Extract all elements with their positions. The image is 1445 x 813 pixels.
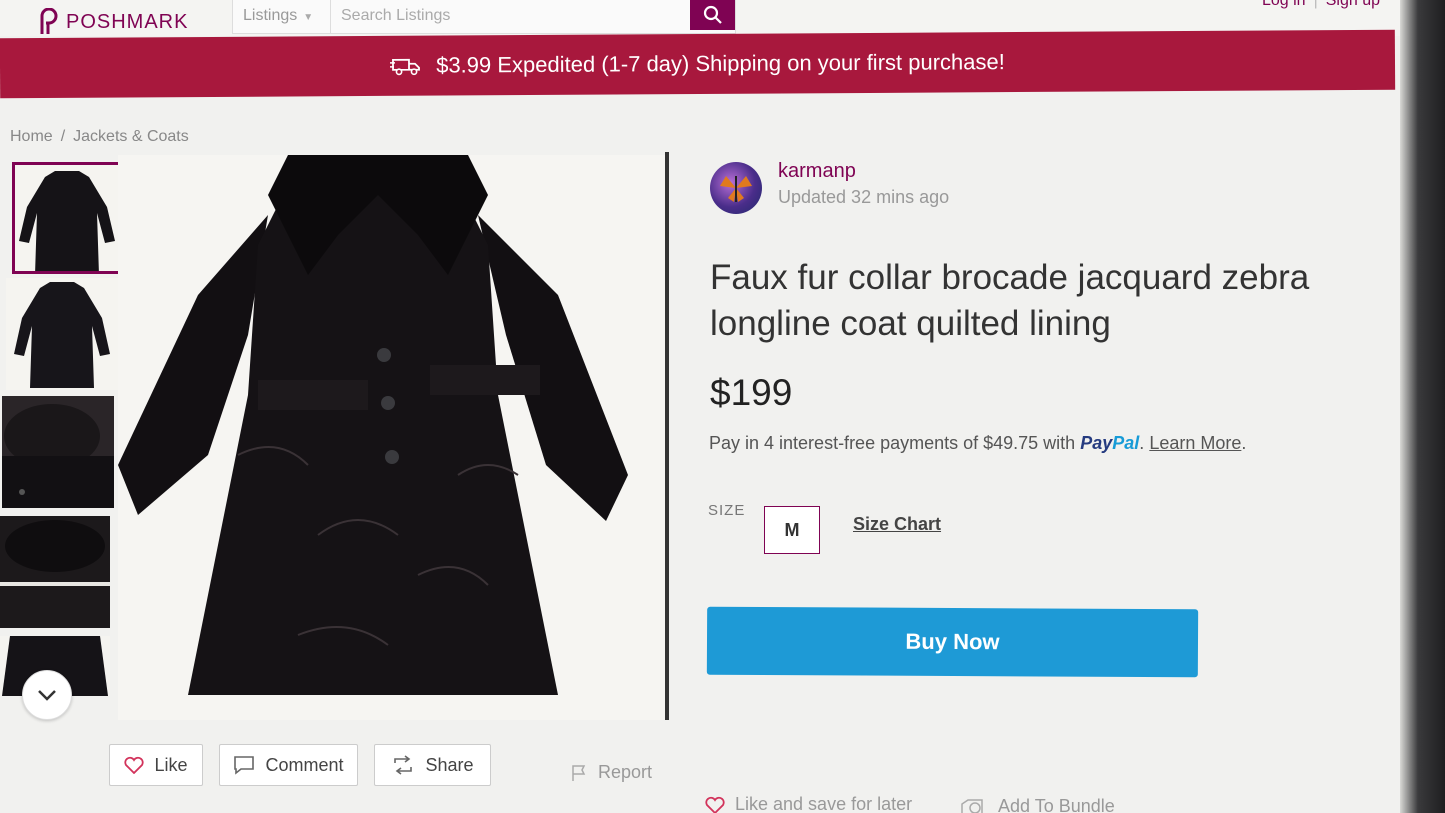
report-link[interactable]: Report [570, 762, 652, 783]
like-button[interactable]: Like [109, 744, 203, 786]
size-chart-link[interactable]: Size Chart [853, 514, 941, 535]
breadcrumb-category[interactable]: Jackets & Coats [73, 128, 189, 146]
bundle-icon [961, 798, 983, 813]
share-icon [394, 755, 413, 775]
listing-updated-time: Updated 32 mins ago [778, 187, 950, 207]
buy-now-button[interactable]: Buy Now [706, 606, 1199, 678]
search-category-label: Listings [243, 7, 298, 24]
login-link[interactable]: Log in [1262, 0, 1306, 10]
chevron-down-icon: ▼ [303, 12, 314, 23]
seller-username[interactable]: karmanp [778, 160, 856, 183]
paypal-installment-info: Pay in 4 interest-free payments of $49.7… [709, 433, 1246, 454]
breadcrumb-separator: / [60, 128, 66, 145]
image-divider [665, 152, 669, 720]
banner-text: $3.99 Expedited (1-7 day) Shipping on yo… [436, 49, 1005, 78]
paypal-logo-pay: Pay [1080, 433, 1113, 453]
comment-icon [234, 756, 255, 775]
seller-avatar[interactable] [710, 162, 762, 214]
comment-label: Comment [265, 754, 344, 775]
flag-icon [572, 764, 586, 781]
thumbnail-4[interactable] [0, 516, 110, 628]
search-category-dropdown[interactable]: Listings ▼ [233, 0, 331, 33]
like-and-save-link[interactable]: Like and save for later [705, 794, 912, 813]
coat-thumbnail-image [6, 278, 118, 390]
paypal-suffix: . [1241, 433, 1247, 453]
thumbnail-1[interactable] [12, 162, 122, 274]
thumbnail-2[interactable] [6, 278, 118, 390]
comment-button[interactable]: Comment [219, 744, 358, 786]
like-save-label: Like and save for later [735, 794, 913, 813]
shipping-promo-banner[interactable]: $3.99 Expedited (1-7 day) Shipping on yo… [0, 29, 1396, 99]
coat-collar-thumbnail-image [2, 396, 114, 508]
paypal-installment-text: Pay in 4 interest-free payments of $49.7… [709, 433, 1076, 453]
learn-more-link[interactable]: Learn More [1149, 433, 1241, 453]
main-product-image[interactable] [118, 155, 668, 720]
listing-price: $199 [710, 372, 793, 413]
signup-link[interactable]: Sign up [1326, 0, 1380, 10]
poshmark-logo-icon [40, 8, 58, 34]
coat-detail-thumbnail-image [0, 516, 110, 628]
thumbnails-scroll-down-button[interactable] [22, 670, 72, 720]
like-label: Like [154, 754, 188, 775]
breadcrumb: Home / Jackets & Coats [10, 128, 189, 146]
paypal-logo-pal: Pal [1112, 433, 1140, 453]
heart-icon [124, 756, 145, 774]
browser-screen: POSHMARK Listings ▼ Log in | Sign up [0, 0, 1400, 813]
listing-title: Faux fur collar brocade jacquard zebra l… [710, 258, 1310, 343]
size-option-m[interactable]: M [764, 506, 820, 554]
paypal-logo: PayPal [1080, 433, 1139, 453]
logo-text: POSHMARK [66, 10, 189, 33]
search-button[interactable] [690, 0, 735, 30]
coat-thumbnail-image [15, 165, 119, 271]
delivery-truck-icon [390, 58, 421, 76]
paypal-period: . [1139, 433, 1145, 453]
thumbnail-3[interactable] [2, 396, 114, 508]
poshmark-logo[interactable]: POSHMARK [34, 8, 188, 36]
breadcrumb-home[interactable]: Home [10, 128, 53, 146]
search-bar: Listings ▼ [232, 0, 736, 34]
black-coat-image [118, 155, 668, 720]
search-input[interactable] [331, 0, 690, 32]
auth-separator: | [1313, 0, 1318, 9]
chevron-down-icon [38, 690, 56, 701]
add-to-bundle-link[interactable]: Add To Bundle [960, 796, 1115, 813]
size-label: SIZE [708, 502, 746, 519]
screen-bezel [1400, 0, 1445, 813]
search-icon [703, 5, 722, 24]
share-label: Share [425, 754, 474, 775]
heart-icon [705, 796, 725, 813]
auth-links: Log in | Sign up [1262, 0, 1380, 10]
share-button[interactable]: Share [374, 744, 491, 786]
report-label: Report [598, 762, 653, 782]
add-bundle-label: Add To Bundle [998, 796, 1115, 813]
butterfly-avatar-image [720, 176, 752, 202]
